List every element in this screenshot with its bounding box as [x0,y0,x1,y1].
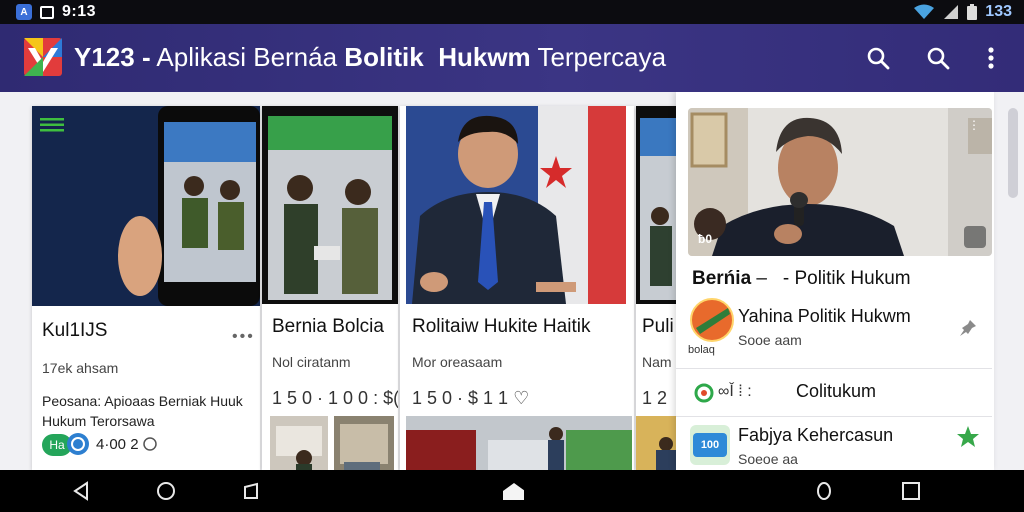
card-thumbnail-small [270,416,328,470]
phone-screen: A 9:13 133 Y123 - Aplikasi Bernáa Boliti… [0,0,1024,512]
side-panel-header: Berńia – - Politik Hukum [692,268,911,290]
side-header-dash: – [756,268,767,289]
card-thumbnail [636,106,680,304]
list-item[interactable]: 100 Fabjya Kehercasun Soeoe aa [676,416,992,470]
side-panel: ƀ0 ⋮ Berńia – - Politik Hukum bolaq Yahi… [676,92,994,470]
gallery-icon [40,5,54,19]
back-icon[interactable] [70,480,92,502]
card-meta: 1 5 0 · $ 1 1 ♡ [412,388,530,408]
card-subtitle: Nol ciratanm [272,354,351,370]
accessibility-icon: A [16,4,32,20]
circle-icon[interactable] [813,480,835,502]
avatar-label: bolaq [688,344,715,356]
side-header-suffix: Politik Hukum [794,268,911,289]
news-card[interactable]: Rolitaiw Hukite Haitik Mor oreasaam 1 5 … [400,106,634,470]
list-item-title: Yahina Politik Hukwm [738,306,911,326]
list-item-subtitle: Sooe aam [738,332,802,348]
list-item-title: Fabjya Kehercasun [738,425,894,445]
wifi-icon [914,4,935,19]
status-dot-icon [694,383,714,403]
search-icon[interactable] [924,44,952,72]
title-normal: Aplikasi Bernáa [156,42,338,72]
menu-icon[interactable] [40,118,64,132]
nav-bar [0,470,1024,512]
card-thumbnail [406,106,626,304]
card-thumbnail-small [334,416,394,470]
list-item-prefix: ∞Ǐ ⁞ : [718,383,752,400]
avatar: 100 [690,425,730,465]
card-body-line-2: Hukum Terorsawa [42,413,155,429]
thumb-label: ƀ0 [698,232,713,246]
avatar-label: 100 [693,433,727,457]
card-subtitle: Nam [642,354,672,370]
card-meta: 1 2 [642,388,668,408]
card-title: Kul1IJS [42,320,108,341]
card-title: Puli [642,316,674,337]
more-horiz-icon[interactable]: ••• [232,328,255,346]
list-item[interactable]: ∞Ǐ ⁞ : Colitukum [676,368,992,416]
card-thumbnail-wide [406,416,632,470]
card-subtitle: Mor oreasaam [412,354,503,370]
news-card[interactable]: Puli Nam 1 2 [636,106,680,470]
battery-icon [967,4,978,20]
home-house-icon[interactable] [502,480,524,502]
comment-icon [143,437,157,451]
card-stat: 4·00 2 [96,436,139,453]
news-card[interactable]: Kul1IJS ••• 17ek ahsam Peosana: Apioaas … [32,106,260,470]
status-bar: A 9:13 133 [0,0,1024,24]
title-bold-1: Bolitik [344,42,424,72]
search-icon[interactable] [864,44,892,72]
app-bar: Y123 - Aplikasi Bernáa Bolitik Hukwm Ter… [0,24,1024,92]
status-right-value: 133 [985,3,1012,20]
card-thumbnail-small [636,416,680,470]
title-suffix: Terpercaya [537,42,667,72]
fullscreen-icon[interactable] [964,226,986,248]
status-bar-left: A 9:13 [0,3,96,21]
check-circle-icon [67,433,89,455]
card-meta: 1 5 0 · 1 0 0 : $( [272,388,398,408]
card-thumbnail [32,106,260,306]
side-header-title: Berńia [692,268,752,289]
card-title: Bernia Bolcia [272,316,384,337]
avatar [690,298,734,342]
status-time: 9:13 [62,3,97,20]
card-body-line-1: Peosana: Apioaas Berniak Huuk [42,393,243,409]
star-icon[interactable] [956,425,980,449]
home-icon[interactable] [155,480,177,502]
signal-icon [944,5,959,19]
more-vert-icon[interactable] [977,44,1005,72]
list-item-title: Colitukum [796,381,877,401]
featured-thumbnail[interactable]: ƀ0 ⋮ [688,108,992,256]
side-header-dash: - [782,268,790,289]
app-logo-icon [24,38,62,76]
title-bold-2: Hukwm [438,42,531,72]
app-title: Y123 - Aplikasi Bernáa Bolitik Hukwm Ter… [74,42,666,73]
pin-icon[interactable] [958,318,978,338]
recents-icon[interactable] [240,480,262,502]
content-area: Kul1IJS ••• 17ek ahsam Peosana: Apioaas … [0,92,1024,470]
list-item[interactable]: bolaq Yahina Politik Hukwm Sooe aam [676,290,992,368]
card-title: Rolitaiw Hukite Haitik [412,316,591,337]
title-prefix: Y123 - [74,42,151,72]
more-vert-icon[interactable]: ⋮ [968,118,980,132]
status-bar-right: 133 [913,0,1012,24]
list-item-subtitle: Soeoe aa [738,451,798,467]
scrollbar[interactable] [1008,108,1018,198]
card-subtitle: 17ek ahsam [42,360,119,376]
card-thumbnail [262,106,398,304]
square-icon[interactable] [900,480,922,502]
news-card[interactable]: Bernia Bolcia Nol ciratanm 1 5 0 · 1 0 0… [262,106,398,470]
